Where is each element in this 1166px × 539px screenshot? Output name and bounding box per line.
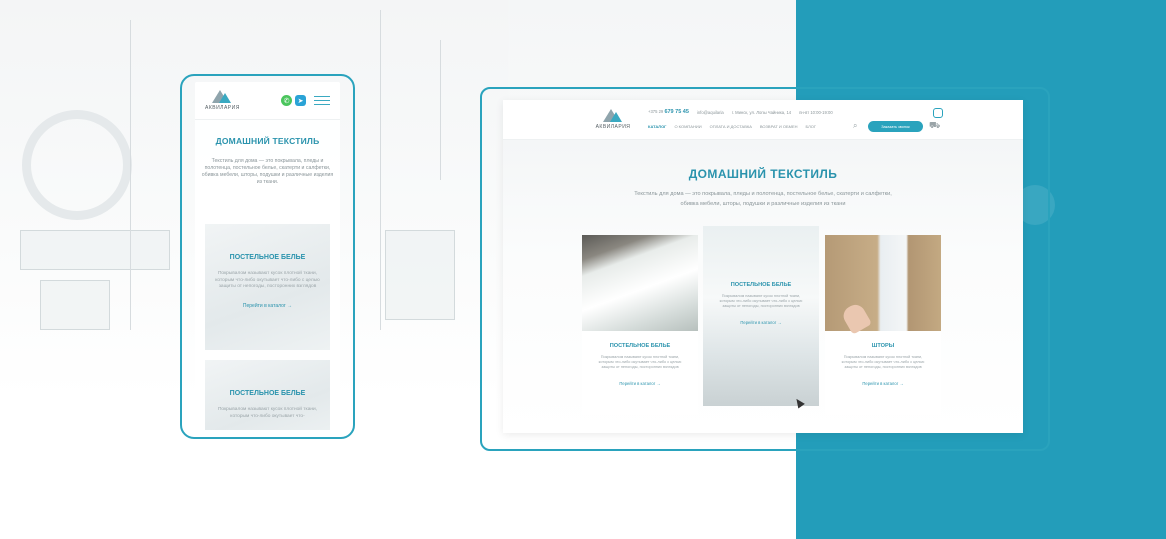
card-text: Покрывалом называют кусок плотной ткани,… <box>598 355 682 370</box>
card-image <box>582 235 698 331</box>
page-title: ДОМАШНИЙ ТЕКСТИЛЬ <box>688 167 838 181</box>
card-title: ШТОРЫ <box>871 343 895 349</box>
cart-icon[interactable]: ⛟ <box>929 120 940 132</box>
telegram-icon[interactable]: ➤ <box>295 95 306 106</box>
sketch-line <box>380 10 381 330</box>
category-card[interactable]: ПОСТЕЛЬНОЕ БЕЛЬЕ Покрывалом называют кус… <box>205 224 330 350</box>
sketch-furniture <box>20 230 170 270</box>
sketch-line <box>440 40 441 180</box>
category-card[interactable]: ПОСТЕЛЬНОЕ БЕЛЬЕ Покрывалом называют кус… <box>582 235 698 415</box>
showcase-canvas: АКВИЛАРИЯ ✆ ➤ ДОМАШНИЙ ТЕКСТИЛЬ Текстиль… <box>0 0 1166 539</box>
phone-prefix: +375 29 <box>648 109 664 114</box>
mobile-header: АКВИЛАРИЯ ✆ ➤ <box>195 82 340 120</box>
catalog-link[interactable]: Перейти в каталог → <box>825 381 941 386</box>
logo[interactable]: АКВИЛАРИЯ <box>205 90 240 111</box>
card-text: Покрывалом называют кусок плотной ткани,… <box>215 271 320 289</box>
whatsapp-icon[interactable]: ✆ <box>281 95 292 106</box>
hand-image <box>839 301 873 335</box>
menu-icon[interactable] <box>314 96 330 105</box>
logo-mark-icon <box>601 109 625 123</box>
mobile-screen: АКВИЛАРИЯ ✆ ➤ ДОМАШНИЙ ТЕКСТИЛЬ Текстиль… <box>195 82 340 430</box>
card-text: Покрывалом называют кусок плотной ткани,… <box>841 355 925 370</box>
address: г. Минск, ул. Лопы Чайника, 14 <box>731 109 792 115</box>
catalog-link[interactable]: Перейти в каталог → <box>582 381 698 386</box>
hours: пн-вт 10:00-19:00 <box>799 109 833 115</box>
sketch-chair <box>385 230 455 320</box>
card-image <box>825 235 941 335</box>
mobile-header-icons: ✆ ➤ <box>281 95 330 106</box>
contact-bar: +375 29 679 75 45 info@aquilaria г. Минс… <box>648 109 833 115</box>
category-card[interactable]: ШТОРЫ Покрывалом называют кусок плотной … <box>825 235 941 415</box>
category-card[interactable]: ПОСТЕЛЬНОЕ БЕЛЬЕ Покрывалом называют кус… <box>205 360 330 430</box>
callback-button[interactable]: Заказать звонок <box>868 121 923 132</box>
card-title: ПОСТЕЛЬНОЕ БЕЛЬЕ <box>730 282 792 288</box>
logo-mark-icon <box>210 90 234 104</box>
card-text: Покрывалом называют кусок плотной ткани,… <box>719 294 803 309</box>
nav-payment[interactable]: ОПЛАТА И ДОСТАВКА <box>710 124 752 129</box>
nav-catalog[interactable]: КАТАЛОГ <box>648 124 666 129</box>
card-title: ПОСТЕЛЬНОЕ БЕЛЬЕ <box>609 343 671 349</box>
catalog-link[interactable]: Перейти в каталог → <box>205 303 330 309</box>
desktop-screen: АКВИЛАРИЯ +375 29 679 75 45 info@aquilar… <box>503 100 1023 433</box>
card-title: ПОСТЕЛЬНОЕ БЕЛЬЕ <box>229 254 306 261</box>
search-icon[interactable]: ⌕ <box>853 121 857 131</box>
phone-number: 679 75 45 <box>664 109 689 115</box>
logo-text: АКВИЛАРИЯ <box>595 124 631 130</box>
card-text: Покрывалом называют кусок плотной ткани,… <box>217 407 318 419</box>
instagram-icon[interactable] <box>933 108 943 118</box>
logo[interactable]: АКВИЛАРИЯ <box>593 109 633 130</box>
nav-blog[interactable]: БЛОГ <box>806 124 817 129</box>
card-body: ПОСТЕЛЬНОЕ БЕЛЬЕ Покрывалом называют кус… <box>703 226 819 325</box>
page-description: Текстиль для дома — это покрывала, пледы… <box>634 191 892 207</box>
sketch-ottoman <box>40 280 110 330</box>
category-card-hover[interactable]: ПОСТЕЛЬНОЕ БЕЛЬЕ Покрывалом называют кус… <box>703 226 819 406</box>
page-description: Текстиль для дома — это покрывала, пледы… <box>201 158 334 185</box>
card-title: ПОСТЕЛЬНОЕ БЕЛЬЕ <box>229 390 306 397</box>
catalog-link[interactable]: Перейти в каталог → <box>703 320 819 325</box>
phone[interactable]: +375 29 679 75 45 <box>648 109 689 115</box>
desktop-header: АКВИЛАРИЯ +375 29 679 75 45 info@aquilar… <box>503 100 1023 140</box>
card-body: ПОСТЕЛЬНОЕ БЕЛЬЕ Покрывалом называют кус… <box>582 331 698 415</box>
nav-about[interactable]: О КОМПАНИИ <box>674 124 701 129</box>
sketch-mirror <box>22 110 132 220</box>
sketch-line <box>130 20 131 330</box>
logo-text: АКВИЛАРИЯ <box>205 105 240 111</box>
card-body: ШТОРЫ Покрывалом называют кусок плотной … <box>825 331 941 415</box>
nav-returns[interactable]: ВОЗВРАТ И ОБМЕН <box>760 124 798 129</box>
main-nav: КАТАЛОГ О КОМПАНИИ ОПЛАТА И ДОСТАВКА ВОЗ… <box>648 124 816 129</box>
email[interactable]: info@aquilaria <box>697 110 724 115</box>
page-title: ДОМАШНИЙ ТЕКСТИЛЬ <box>215 136 320 146</box>
